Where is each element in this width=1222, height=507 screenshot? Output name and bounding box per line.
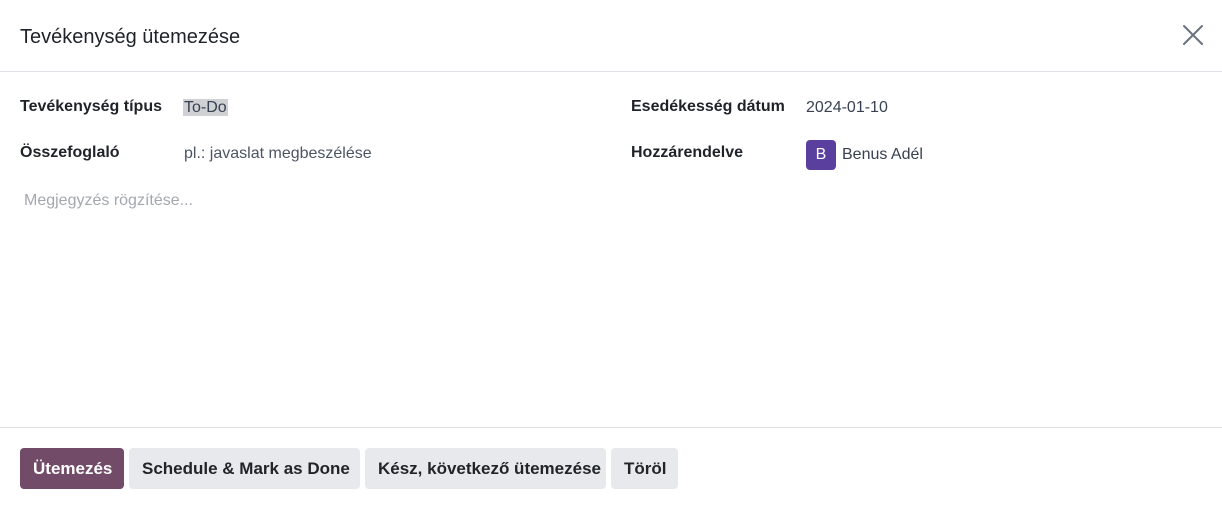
summary-input[interactable]	[184, 142, 584, 166]
schedule-mark-done-button[interactable]: Schedule & Mark as Done	[129, 448, 360, 489]
close-button[interactable]	[1180, 22, 1206, 48]
done-schedule-next-button[interactable]: Kész, következő ütemezése	[365, 448, 606, 489]
close-icon	[1183, 25, 1203, 45]
dialog-footer: Ütemezés Schedule & Mark as Done Kész, k…	[0, 427, 1222, 507]
activity-type-label: Tevékenység típus	[20, 98, 162, 115]
schedule-button[interactable]: Ütemezés	[20, 448, 124, 489]
due-date-input[interactable]: 2024-01-10	[806, 97, 888, 119]
avatar: B	[806, 140, 836, 170]
note-input[interactable]	[24, 192, 1194, 392]
schedule-activity-dialog: Tevékenység ütemezése Tevékenység típus …	[0, 0, 1222, 507]
activity-type-value: To-Do	[183, 99, 228, 116]
dialog-header: Tevékenység ütemezése	[0, 0, 1222, 72]
activity-type-field[interactable]: To-Do	[183, 97, 228, 119]
discard-button[interactable]: Töröl	[611, 448, 678, 489]
dialog-body: Tevékenység típus To-Do Összefoglaló Ese…	[0, 72, 1222, 427]
due-date-label: Esedékesség dátum	[631, 98, 785, 115]
dialog-title: Tevékenység ütemezése	[20, 26, 241, 48]
assigned-label: Hozzárendelve	[631, 144, 744, 161]
summary-label: Összefoglaló	[20, 144, 120, 161]
assigned-user-field[interactable]: Benus Adél	[842, 144, 923, 166]
